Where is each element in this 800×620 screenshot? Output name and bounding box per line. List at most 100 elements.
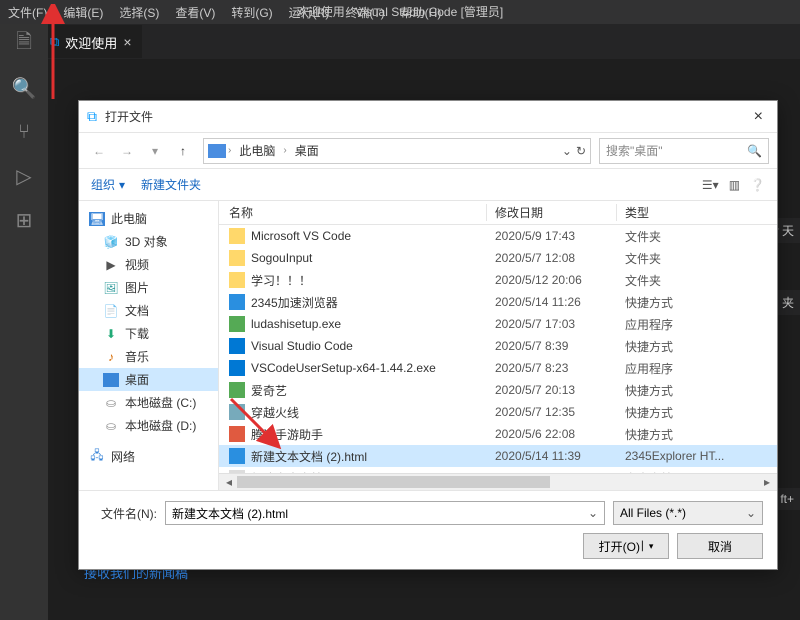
file-type: 应用程序 [617,316,777,333]
file-icon [229,426,245,442]
filename-input[interactable]: 新建文本文档 (2).html ⌄ [165,501,605,525]
address-bar[interactable]: › 此电脑 › 桌面 ⌄↻ [203,138,591,164]
tree-item-label: 下载 [125,325,149,342]
scroll-thumb[interactable] [237,476,550,488]
file-type: 应用程序 [617,360,777,377]
file-row[interactable]: VSCodeUserSetup-x64-1.44.2.exe2020/5/7 8… [219,357,777,379]
source-control-icon[interactable]: ⑂ [12,120,36,144]
tree-item[interactable]: 🧊3D 对象 [79,230,218,253]
file-row[interactable]: 腾讯手游助手2020/5/6 22:08快捷方式 [219,423,777,445]
file-type: 文件夹 [617,228,777,245]
file-row[interactable]: 新建文本文档 (2).html2020/5/14 11:392345Explor… [219,445,777,467]
nav-recent[interactable]: ▾ [143,139,167,163]
tree-item[interactable]: 桌面 [79,368,218,391]
file-type: 快捷方式 [617,382,777,399]
refresh-icon[interactable]: ↻ [576,144,586,158]
close-icon[interactable]: × [123,34,131,50]
tree-item[interactable]: ▶视频 [79,253,218,276]
chevron-down-icon[interactable]: ⌄ [562,144,572,158]
menu-selection[interactable]: 选择(S) [111,4,167,21]
nav-back[interactable]: ← [87,139,111,163]
file-icon [229,404,245,420]
file-row[interactable]: 新建文本文档.txt 2020/5/13 9:41文本文档 [219,467,777,473]
tree-item-label: 网络 [111,448,135,465]
file-type: 文本文档 [617,470,777,474]
menu-view[interactable]: 查看(V) [167,4,223,21]
file-date: 2020/5/7 17:03 [487,317,617,331]
tab-welcome[interactable]: ⧉ 欢迎使用 × [40,25,142,58]
file-row[interactable]: 2345加速浏览器2020/5/14 11:26快捷方式 [219,291,777,313]
list-rows: Microsoft VS Code2020/5/9 17:43文件夹SogouI… [219,225,777,473]
file-type: 文件夹 [617,272,777,289]
file-date: 2020/5/13 9:41 [487,471,617,473]
file-date: 2020/5/9 17:43 [487,229,617,243]
file-row[interactable]: SogouInput2020/5/7 12:08文件夹 [219,247,777,269]
tree-item-label: 音乐 [125,348,149,365]
explorer-icon[interactable]: 🗎 [12,32,36,56]
file-name: 爱奇艺 [251,382,287,399]
search-placeholder: 搜索"桌面" [606,142,747,159]
file-row[interactable]: Microsoft VS Code2020/5/9 17:43文件夹 [219,225,777,247]
vscode-icon: ⧉ [87,108,97,125]
disk-icon: ⛀ [103,396,119,410]
tree-item[interactable]: ⬇下载 [79,322,218,345]
tree-item[interactable]: 📄文档 [79,299,218,322]
debug-icon[interactable]: ▷ [12,164,36,188]
col-date[interactable]: 修改日期 [487,204,617,221]
col-name[interactable]: 名称 [219,204,487,221]
vscode-icon: ⧉ [50,34,59,50]
menu-edit[interactable]: 编辑(E) [55,4,111,21]
file-row[interactable]: 学习！！！2020/5/12 20:06文件夹 [219,269,777,291]
file-date: 2020/5/12 20:06 [487,273,617,287]
search-icon[interactable]: 🔍 [12,76,36,100]
dialog-toolbar: 组织▾ 新建文件夹 ☰▾ ▥ ❔ [79,169,777,201]
file-icon [229,316,245,332]
path-segment[interactable]: 此电脑 [233,142,281,159]
view-options-icon[interactable]: ☰▾ [702,178,719,192]
split-chevron-icon[interactable]: ▏▾ [642,541,653,552]
file-type-filter[interactable]: All Files (*.*) ⌄ [613,501,763,525]
help-icon[interactable]: ❔ [750,178,765,192]
tree-item[interactable]: ♪音乐 [79,345,218,368]
file-list: 名称 修改日期 类型 Microsoft VS Code2020/5/9 17:… [219,201,777,490]
scroll-right-icon[interactable]: ▸ [759,475,775,489]
file-row[interactable]: 爱奇艺2020/5/7 20:13快捷方式 [219,379,777,401]
scroll-track[interactable] [237,476,759,488]
bg-hint: 夹 [776,290,800,315]
file-icon [229,382,245,398]
file-name: VSCodeUserSetup-x64-1.44.2.exe [251,361,436,375]
file-icon [229,294,245,310]
cancel-button[interactable]: 取消 [677,533,763,559]
menu-go[interactable]: 转到(G) [223,4,280,21]
nav-up[interactable]: ↑ [171,139,195,163]
file-icon [229,272,245,288]
new-folder-button[interactable]: 新建文件夹 [141,176,201,193]
file-date: 2020/5/7 12:08 [487,251,617,265]
menu-file[interactable]: 文件(F) [0,4,55,21]
tree-item-label: 本地磁盘 (D:) [125,417,196,434]
preview-pane-icon[interactable]: ▥ [729,178,740,192]
file-type: 快捷方式 [617,294,777,311]
file-row[interactable]: Visual Studio Code2020/5/7 8:39快捷方式 [219,335,777,357]
open-button[interactable]: 打开(O)▏▾ [583,533,669,559]
file-row[interactable]: 穿越火线2020/5/7 12:35快捷方式 [219,401,777,423]
chevron-down-icon[interactable]: ⌄ [588,506,598,520]
tree-item[interactable]: 🖧网络 [79,445,218,468]
chevron-down-icon[interactable]: ⌄ [746,506,756,520]
path-segment[interactable]: 桌面 [289,142,325,159]
extensions-icon[interactable]: ⊞ [12,208,36,232]
file-date: 2020/5/7 8:39 [487,339,617,353]
tree-item[interactable]: ⛀本地磁盘 (C:) [79,391,218,414]
horizontal-scrollbar[interactable]: ◂ ▸ [219,473,777,490]
file-row[interactable]: ludashisetup.exe2020/5/7 17:03应用程序 [219,313,777,335]
tree-item[interactable]: ⛀本地磁盘 (D:) [79,414,218,437]
close-button[interactable]: × [748,108,769,126]
col-type[interactable]: 类型 [617,204,777,221]
file-type: 2345Explorer HT... [617,449,777,463]
tree-item[interactable]: 🖥此电脑 [79,207,218,230]
tree-item[interactable]: 🖼图片 [79,276,218,299]
search-input[interactable]: 搜索"桌面" 🔍 [599,138,769,164]
file-name: 新建文本文档.txt [251,470,339,474]
organize-button[interactable]: 组织▾ [91,176,125,193]
scroll-left-icon[interactable]: ◂ [221,475,237,489]
